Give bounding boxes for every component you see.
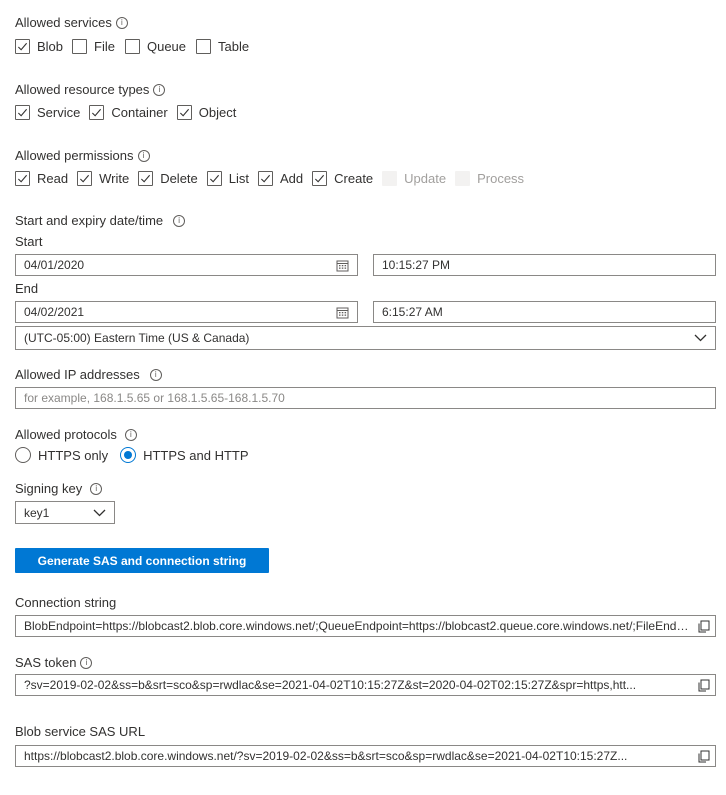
chevron-down-icon: [694, 334, 707, 342]
signing-key-dropdown[interactable]: key1: [15, 501, 115, 524]
connection-string-field[interactable]: BlobEndpoint=https://blobcast2.blob.core…: [15, 615, 716, 637]
info-icon[interactable]: i: [80, 656, 93, 669]
checkbox-queue[interactable]: Queue: [124, 39, 186, 54]
sas-token-field[interactable]: ?sv=2019-02-02&ss=b&srt=sco&sp=rwdlac&se…: [15, 674, 716, 696]
checkmark-icon: [15, 39, 30, 54]
checkmark-icon: [176, 105, 192, 120]
blob-sas-url-field[interactable]: https://blobcast2.blob.core.windows.net/…: [15, 745, 716, 767]
chevron-down-icon: [93, 509, 106, 517]
timezone-dropdown[interactable]: (UTC-05:00) Eastern Time (US & Canada): [15, 326, 716, 350]
calendar-icon[interactable]: [336, 306, 349, 319]
checkmark-icon: [138, 171, 154, 186]
radio-https-only[interactable]: HTTPS only: [15, 447, 108, 463]
ip-input[interactable]: for example, 168.1.5.65 or 168.1.5.65-16…: [15, 387, 716, 409]
info-icon[interactable]: i: [90, 482, 103, 495]
end-label: End: [15, 281, 39, 296]
copy-icon[interactable]: [695, 748, 711, 764]
signing-key-title: Signing key i: [15, 481, 103, 496]
protocols-group: HTTPS only HTTPS and HTTP: [15, 447, 258, 463]
permissions-group: Read Write Delete List Add Create Update…: [15, 171, 533, 186]
services-title: Allowed services i: [15, 15, 128, 30]
start-label: Start: [15, 234, 43, 249]
radio-https-and-http[interactable]: HTTPS and HTTP: [120, 447, 249, 463]
ip-title: Allowed IP addresses i: [15, 367, 162, 382]
generate-sas-button[interactable]: Generate SAS and connection string: [15, 548, 269, 573]
checkbox-container[interactable]: Container: [89, 105, 168, 120]
resource-types-title: Allowed resource types i: [15, 82, 166, 97]
checkbox-service[interactable]: Service: [15, 105, 80, 120]
resource-types-group: Service Container Object: [15, 105, 245, 120]
services-group: Blob File Queue Table: [15, 39, 258, 54]
checkbox-write[interactable]: Write: [77, 171, 129, 186]
info-icon[interactable]: i: [153, 83, 166, 96]
checkmark-icon: [89, 105, 105, 120]
checkbox-file[interactable]: File: [72, 39, 115, 54]
calendar-icon[interactable]: [336, 259, 349, 272]
blob-sas-url-title: Blob service SAS URL: [15, 724, 146, 739]
info-icon[interactable]: i: [173, 214, 186, 227]
checkbox-create[interactable]: Create: [312, 171, 373, 186]
checkbox-read[interactable]: Read: [15, 171, 68, 186]
connection-string-title: Connection string: [15, 595, 117, 610]
checkmark-icon: [312, 171, 328, 186]
checkmark-icon: [15, 171, 30, 186]
info-icon[interactable]: i: [149, 368, 162, 381]
copy-icon[interactable]: [695, 677, 711, 693]
checkbox-table[interactable]: Table: [196, 39, 249, 54]
checkbox-blob[interactable]: Blob: [15, 39, 63, 54]
end-date-input[interactable]: 04/02/2021: [15, 301, 358, 323]
checkmark-icon: [206, 171, 222, 186]
start-date-input[interactable]: 04/01/2020: [15, 254, 358, 276]
copy-icon[interactable]: [695, 618, 711, 634]
protocols-title: Allowed protocols i: [15, 427, 137, 442]
checkmark-icon: [258, 171, 273, 186]
info-icon[interactable]: i: [124, 428, 137, 441]
checkbox-process: Process: [455, 171, 524, 186]
info-icon[interactable]: i: [137, 149, 150, 162]
checkbox-update: Update: [382, 171, 446, 186]
end-time-input[interactable]: 6:15:27 AM: [373, 301, 716, 323]
permissions-title: Allowed permissions i: [15, 148, 150, 163]
sas-token-title: SAS token i: [15, 655, 93, 670]
checkbox-list[interactable]: List: [206, 171, 249, 186]
info-icon[interactable]: i: [115, 16, 128, 29]
checkbox-object[interactable]: Object: [176, 105, 236, 120]
checkbox-add[interactable]: Add: [258, 171, 303, 186]
datetime-title: Start and expiry date/time i: [15, 213, 186, 228]
checkbox-delete[interactable]: Delete: [138, 171, 198, 186]
start-time-input[interactable]: 10:15:27 PM: [373, 254, 716, 276]
checkmark-icon: [15, 105, 30, 120]
checkmark-icon: [77, 171, 93, 186]
